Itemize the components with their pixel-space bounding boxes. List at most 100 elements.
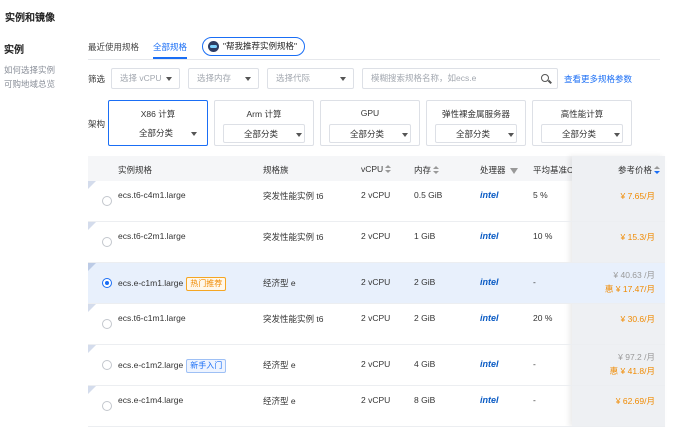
vcpu-select-placeholder: 选择 vCPU [120, 73, 162, 83]
spec-name-cell: ecs.t6-c2m1.large [118, 231, 186, 241]
arch-card-name: X86 计算 [140, 109, 176, 119]
table-row[interactable]: ecs.e-c1m4.large 经济型 e 2 vCPU 8 GiB intel - ¥ … [88, 386, 665, 427]
page-title: 实例和镜像 [5, 13, 55, 24]
arch-card-x86[interactable]: X86 计算 全部分类 [108, 100, 208, 146]
family-cell: 经济型 e [263, 396, 296, 406]
recommend-spec-button[interactable]: "帮我推荐实例规格" [202, 37, 306, 56]
reference-price: ¥ 15.3/月 [620, 232, 656, 242]
vcpu-cell: 2 vCPU [361, 313, 391, 323]
row-radio[interactable] [102, 237, 112, 247]
col-header-vcpu[interactable]: vCPU [361, 164, 392, 174]
baseline-cell: - [533, 277, 536, 287]
corner-marker [88, 304, 96, 312]
sidebar-section-title: 实例 [4, 45, 24, 56]
table-row[interactable]: ecs.t6-c4m1.large 突发性能实例 t6 2 vCPU 0.5 GiB i… [88, 181, 665, 222]
baseline-cell: - [533, 395, 536, 405]
family-cell: 经济型 e [263, 278, 296, 288]
col-header-cpu[interactable]: 处理器 [480, 164, 518, 176]
row-radio[interactable] [102, 401, 112, 411]
spec-name-cell: ecs.e-c1m1.large 热门推荐 [118, 277, 227, 291]
family-cell: 突发性能实例 t6 [263, 232, 324, 242]
family-cell: 经济型 e [263, 360, 296, 370]
spec-name-cell: ecs.e-c1m4.large [118, 395, 183, 405]
chevron-down-icon [614, 133, 620, 137]
spec-search-input[interactable]: 模糊搜索规格名称，如ecs.e [362, 68, 558, 89]
discount-price: 惠 ¥ 41.8/月 [609, 366, 655, 376]
vcpu-select[interactable]: 选择 vCPU [111, 68, 180, 89]
baseline-cell: - [533, 359, 536, 369]
chevron-down-icon [191, 132, 197, 136]
corner-marker [88, 222, 96, 230]
arch-category-select[interactable]: 全部分类 [223, 124, 305, 143]
filter-icon[interactable] [509, 167, 518, 174]
arch-category-select[interactable]: 全部分类 [329, 124, 411, 143]
intel-logo: intel [480, 190, 499, 200]
sort-icon[interactable] [654, 166, 661, 175]
chevron-down-icon [340, 77, 346, 81]
reference-price: ¥ 30.6/月 [620, 314, 656, 324]
col-header-memory-label: 内存 [414, 165, 432, 175]
arch-category-value: 全部分类 [562, 129, 597, 139]
memory-select-placeholder: 选择内存 [197, 73, 232, 83]
tab-all-specs[interactable]: 全部规格 [153, 39, 188, 59]
reference-price: ¥ 7.65/月 [620, 191, 656, 201]
arch-card-hpc[interactable]: 高性能计算 全部分类 [532, 100, 632, 146]
arch-card-arm[interactable]: Arm 计算 全部分类 [214, 100, 314, 146]
memory-cell: 0.5 GiB [414, 190, 443, 200]
memory-cell: 8 GiB [414, 395, 436, 405]
memory-cell: 2 GiB [414, 313, 436, 323]
row-radio[interactable] [102, 319, 112, 329]
spec-name-cell: ecs.t6-c1m1.large [118, 313, 186, 323]
col-header-spec: 实例规格 [118, 165, 153, 175]
discount-price: 惠 ¥ 17.47/月 [604, 284, 655, 294]
table-row[interactable]: ecs.t6-c2m1.large 突发性能实例 t6 2 vCPU 1 GiB int… [88, 222, 665, 263]
arch-category-select[interactable]: 全部分类 [435, 124, 517, 143]
table-row[interactable]: ecs.e-c1m2.large 新手入门 经济型 e 2 vCPU 4 GiB inte… [88, 345, 665, 386]
memory-select[interactable]: 选择内存 [188, 68, 259, 89]
baseline-cell: 10 % [533, 231, 553, 241]
vcpu-cell: 2 vCPU [361, 231, 391, 241]
arch-card-gpu[interactable]: GPU 全部分类 [320, 100, 420, 146]
tab-divider [88, 59, 660, 60]
vcpu-cell: 2 vCPU [361, 395, 391, 405]
hot-badge: 热门推荐 [186, 277, 227, 291]
generation-select[interactable]: 选择代际 [267, 68, 354, 89]
tab-recent-specs[interactable]: 最近使用规格 [88, 39, 139, 59]
memory-cell: 4 GiB [414, 359, 436, 369]
table-row[interactable]: ecs.t6-c1m1.large 突发性能实例 t6 2 vCPU 2 GiB int… [88, 304, 665, 345]
family-cell: 突发性能实例 t6 [263, 314, 324, 324]
spec-name: ecs.e-c1m2.large [118, 360, 184, 370]
arch-category-value: 全部分类 [456, 129, 491, 139]
search-icon[interactable] [541, 74, 549, 82]
robot-icon [208, 41, 219, 52]
original-price: ¥ 40.63 /月 [613, 270, 655, 280]
spec-name: ecs.e-c1m4.large [118, 395, 184, 405]
sidebar-link-choose-instance[interactable]: 如何选择实例 [4, 63, 84, 77]
col-header-memory[interactable]: 内存 [414, 164, 440, 176]
row-radio[interactable] [102, 196, 112, 206]
sort-icon[interactable] [433, 166, 440, 175]
sidebar-link-regions[interactable]: 可购地域总览 [4, 77, 84, 91]
col-header-family: 规格族 [263, 165, 289, 175]
arch-category-select[interactable]: 全部分类 [541, 124, 623, 143]
table-row[interactable]: ecs.e-c1m1.large 热门推荐 经济型 e 2 vCPU 2 GiB inte… [88, 263, 665, 304]
chevron-down-icon [245, 77, 251, 81]
chevron-down-icon [166, 77, 172, 81]
corner-marker [88, 181, 96, 189]
chevron-down-icon [296, 133, 302, 137]
col-header-price-label: 参考价格 [618, 165, 653, 175]
memory-cell: 2 GiB [414, 277, 436, 287]
arch-category-select[interactable]: 全部分类 [117, 124, 199, 143]
chevron-down-icon [508, 133, 514, 137]
spec-search-placeholder: 模糊搜索规格名称，如ecs.e [371, 73, 477, 83]
arch-category-value: 全部分类 [244, 129, 279, 139]
row-radio[interactable] [102, 360, 112, 370]
arch-category-value: 全部分类 [350, 129, 385, 139]
intel-logo: intel [480, 359, 499, 369]
row-radio[interactable] [102, 278, 112, 288]
new-user-badge: 新手入门 [186, 359, 227, 373]
col-header-price[interactable]: 参考价格 [618, 164, 661, 176]
arch-card-bare-metal[interactable]: 弹性裸金属服务器 全部分类 [426, 100, 526, 146]
more-spec-params-link[interactable]: 查看更多规格参数 [564, 73, 632, 85]
sort-icon[interactable] [385, 165, 392, 174]
